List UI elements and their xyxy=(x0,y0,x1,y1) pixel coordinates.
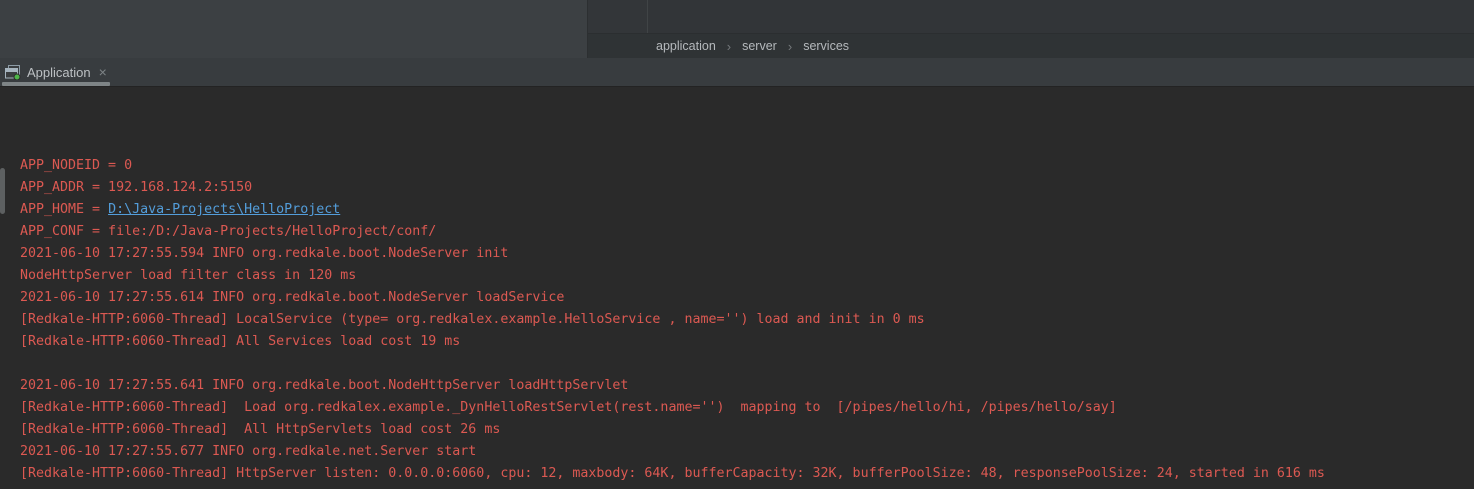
close-icon[interactable]: × xyxy=(97,65,109,79)
console-line: [Redkale-HTTP:6060-Thread] LocalService … xyxy=(20,309,1474,331)
breadcrumb-item-server[interactable]: server xyxy=(742,39,777,53)
console-line: [Redkale-HTTP:6060-Thread] All HttpServl… xyxy=(20,419,1474,441)
console-text: 2021-06-10 17:27:55.641 INFO org.redkale… xyxy=(20,378,628,393)
console-line: 2021-06-10 17:27:55.641 INFO org.redkale… xyxy=(20,375,1474,397)
console-line: 2021-06-10 17:27:55.677 INFO org.redkale… xyxy=(20,441,1474,463)
console-text: 2021-06-10 17:27:55.594 INFO org.redkale… xyxy=(20,246,508,261)
console-text: APP_CONF = file:/D:/Java-Projects/HelloP… xyxy=(20,224,436,239)
header-right-panel: application › server › services xyxy=(588,0,1474,58)
console-text: APP_NODEID = 0 xyxy=(20,158,132,173)
breadcrumb-item-application[interactable]: application xyxy=(656,39,716,53)
tab-selected-indicator xyxy=(2,82,110,86)
console-text: [Redkale-HTTP:6060-Thread] HttpServer li… xyxy=(20,466,1325,481)
scrollbar-thumb[interactable] xyxy=(0,168,5,214)
header-strip xyxy=(588,0,1474,33)
breadcrumb-item-services[interactable]: services xyxy=(803,39,849,53)
header-strip-cell xyxy=(588,0,648,33)
header-row: application › server › services xyxy=(0,0,1474,58)
breadcrumb: application › server › services xyxy=(588,33,1474,58)
console-text: [Redkale-HTTP:6060-Thread] All HttpServl… xyxy=(20,422,500,437)
console-text: [Redkale-HTTP:6060-Thread] LocalService … xyxy=(20,312,925,327)
console-line: [Redkale-HTTP:6060-Thread] All Services … xyxy=(20,331,1474,353)
ide-window: application › server › services Application … xyxy=(0,0,1474,489)
console-line: APP_NODEID = 0 xyxy=(20,155,1474,177)
run-tool-window-tab-bar: Application × xyxy=(0,58,1474,87)
breadcrumb-separator-icon: › xyxy=(788,40,792,53)
tab-application[interactable]: Application × xyxy=(0,58,119,86)
console-text: APP_ADDR = 192.168.124.2:5150 xyxy=(20,180,252,195)
console-text: [Redkale-HTTP:6060-Thread] Load org.redk… xyxy=(20,400,1117,415)
breadcrumb-separator-icon: › xyxy=(727,40,731,53)
header-strip-cell xyxy=(648,0,1474,33)
console-text: 2021-06-10 17:27:55.614 INFO org.redkale… xyxy=(20,290,564,305)
console-text: APP_HOME = xyxy=(20,202,108,217)
console-text: NodeHttpServer load filter class in 120 … xyxy=(20,268,356,283)
console-line: 2021-06-10 17:27:55.677 INFO org.redkale… xyxy=(20,485,1474,489)
console-line: [Redkale-HTTP:6060-Thread] Load org.redk… xyxy=(20,397,1474,419)
console-text: [Redkale-HTTP:6060-Thread] All Services … xyxy=(20,334,460,349)
console-line: 2021-06-10 17:27:55.594 INFO org.redkale… xyxy=(20,243,1474,265)
console-line: APP_CONF = file:/D:/Java-Projects/HelloP… xyxy=(20,221,1474,243)
tab-label: Application xyxy=(27,65,91,80)
app-home-link[interactable]: D:\Java-Projects\HelloProject xyxy=(108,202,340,217)
run-console-icon xyxy=(4,64,21,80)
console-text: 2021-06-10 17:27:55.677 INFO org.redkale… xyxy=(20,444,476,459)
console-line xyxy=(20,353,1474,375)
console-output[interactable]: APP_NODEID = 0 APP_ADDR = 192.168.124.2:5… xyxy=(0,87,1474,489)
console-line: APP_HOME = D:\Java-Projects\HelloProject xyxy=(20,199,1474,221)
console-line: APP_ADDR = 192.168.124.2:5150 xyxy=(20,177,1474,199)
console-line: [Redkale-HTTP:6060-Thread] HttpServer li… xyxy=(20,463,1474,485)
console-line: 2021-06-10 17:27:55.614 INFO org.redkale… xyxy=(20,287,1474,309)
console-line: NodeHttpServer load filter class in 120 … xyxy=(20,265,1474,287)
editor-area xyxy=(0,0,588,58)
